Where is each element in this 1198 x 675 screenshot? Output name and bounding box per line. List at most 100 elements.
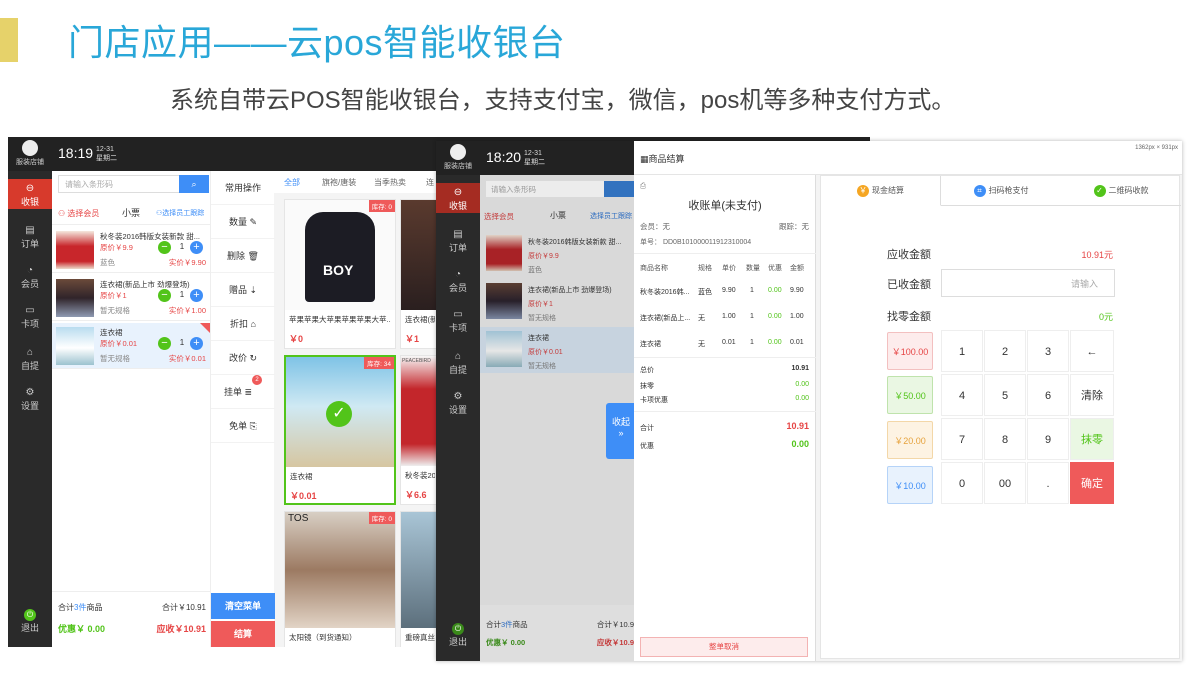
- decrease-button[interactable]: −: [158, 337, 171, 350]
- clear-menu-button[interactable]: 清空菜单: [211, 593, 275, 619]
- search-button[interactable]: [604, 181, 634, 197]
- nav-item-cashier[interactable]: ⊖ 收银: [8, 179, 52, 209]
- search-button[interactable]: ⌕: [179, 175, 209, 193]
- product-card[interactable]: PEACEBIRD 秋冬装201 ￥6.6: [400, 355, 440, 505]
- round-off-key[interactable]: 抹零: [1070, 418, 1114, 460]
- product-card[interactable]: TOS 库存: 0 太阳镜（到货通知）: [284, 511, 396, 647]
- key-0[interactable]: 0: [941, 462, 983, 504]
- nav-item-cashier[interactable]: ⊖ 收银: [436, 183, 480, 213]
- confirm-key[interactable]: 确定: [1070, 462, 1114, 504]
- key-3[interactable]: 3: [1027, 330, 1069, 372]
- exit-button[interactable]: ⏻ 退出: [8, 605, 52, 641]
- user-icon: ◔: [26, 265, 34, 276]
- print-icon[interactable]: ⎙: [640, 181, 646, 191]
- cancel-order-button[interactable]: 整单取消: [640, 637, 808, 657]
- increase-button[interactable]: +: [190, 241, 203, 254]
- gift-icon: ⇣: [249, 285, 258, 295]
- nav-item-members[interactable]: ◔ 会员: [8, 261, 52, 291]
- product-card[interactable]: BOY 库存: 0 苹果苹果大苹果苹果苹果大苹... ￥0: [284, 199, 396, 349]
- user-icon: ◔: [454, 269, 462, 280]
- increase-button[interactable]: +: [190, 337, 203, 350]
- change-label: 找零金额: [887, 311, 931, 323]
- op-hang-order[interactable]: 挂单 ≣2: [211, 375, 275, 409]
- nav-item-pickup[interactable]: ⌂ 自提: [436, 347, 480, 377]
- exit-button[interactable]: ⏻ 退出: [436, 619, 480, 655]
- cart-item[interactable]: 秋冬装2016韩版女装新款 甜... 原价￥9.9 − 1 + 蓝色 实价￥9.…: [52, 227, 210, 273]
- nav-item-cards[interactable]: ▭ 卡项: [8, 301, 52, 331]
- op-change-price[interactable]: 改价 ↻: [211, 341, 275, 375]
- op-free-order[interactable]: 免单 ⎘: [211, 409, 275, 443]
- cart-item[interactable]: 连衣裙(新品上市 劲爆登场) 原价￥1 − 1 + 暂无规格 实价￥1.00: [52, 275, 210, 321]
- tab-hot[interactable]: 当季热卖: [374, 177, 406, 188]
- key-5[interactable]: 5: [984, 374, 1026, 416]
- barcode-input[interactable]: 请输入条形码: [58, 175, 180, 193]
- key-7[interactable]: 7: [941, 418, 983, 460]
- select-member-link[interactable]: 选择会员: [484, 211, 514, 222]
- nav-item-orders[interactable]: ▤ 订单: [8, 221, 52, 251]
- select-staff-link[interactable]: 选择员工跟踪: [590, 211, 632, 221]
- increase-button[interactable]: +: [190, 289, 203, 302]
- received-input[interactable]: 请输入: [941, 269, 1115, 297]
- product-card[interactable]: 重磅真丝: [400, 511, 440, 647]
- checkout-header: ▦商品结算 1362px × 931px: [634, 141, 1182, 175]
- tab-dress[interactable]: 连: [426, 177, 434, 188]
- store-badge[interactable]: 服装店铺: [436, 141, 480, 175]
- ops-title: 常用操作: [211, 171, 275, 205]
- power-icon: ⏻: [452, 623, 464, 635]
- select-member-link[interactable]: ⚇ 选择会员: [58, 208, 99, 219]
- cart-header: ⚇ 选择会员 小票 ⚇选择员工跟踪: [52, 201, 210, 225]
- key-dot[interactable]: .: [1027, 462, 1069, 504]
- product-card[interactable]: 连衣裙(新 ￥1: [400, 199, 440, 349]
- backspace-key[interactable]: ←: [1070, 330, 1114, 372]
- size-note: 1362px × 931px: [1135, 145, 1178, 151]
- panel-title: ▦商品结算: [640, 154, 685, 164]
- tab-all[interactable]: 全部: [284, 177, 300, 188]
- clock: 18:20: [486, 149, 522, 165]
- store-badge[interactable]: 服装店铺: [8, 137, 52, 171]
- tab-cash[interactable]: ￥ 现金结算: [821, 176, 941, 206]
- key-8[interactable]: 8: [984, 418, 1026, 460]
- dimmed-cashier: 服装店铺 18:20 12-31 星期二 ⊖ 收银 ▤ 订单 ◔ 会员 ▭ 卡项 ⌂ 自提 …: [436, 141, 636, 661]
- barcode-input[interactable]: 请输入条形码: [486, 181, 604, 197]
- decrease-button[interactable]: −: [158, 241, 171, 254]
- nav-item-settings[interactable]: ⚙ 设置: [8, 383, 52, 413]
- key-6[interactable]: 6: [1027, 374, 1069, 416]
- key-4[interactable]: 4: [941, 374, 983, 416]
- quick-amount-10[interactable]: ￥10.00: [887, 466, 933, 504]
- nav-item-pickup[interactable]: ⌂ 自提: [8, 343, 52, 373]
- op-discount[interactable]: 折扣 ⌂: [211, 307, 275, 341]
- nav-item-cards[interactable]: ▭ 卡项: [436, 305, 480, 335]
- nav-item-settings[interactable]: ⚙ 设置: [436, 387, 480, 417]
- tab-scanner-pay[interactable]: ⌗ 扫码枪支付: [941, 176, 1061, 206]
- op-quantity[interactable]: 数量 ✎: [211, 205, 275, 239]
- product-image: [401, 512, 439, 628]
- key-2[interactable]: 2: [984, 330, 1026, 372]
- refresh-icon: ↻: [249, 353, 258, 363]
- op-gift[interactable]: 赠品 ⇣: [211, 273, 275, 307]
- product-image: ✓ 库存: 34: [286, 357, 394, 467]
- product-card[interactable]: ✓ 库存: 34 连衣裙 ￥0.01: [284, 355, 396, 505]
- key-1[interactable]: 1: [941, 330, 983, 372]
- nav-item-members[interactable]: ◔ 会员: [436, 265, 480, 295]
- nav-item-orders[interactable]: ▤ 订单: [436, 225, 480, 255]
- select-staff-link[interactable]: ⚇选择员工跟踪: [156, 208, 204, 218]
- product-thumbnail: [486, 283, 522, 319]
- trash-icon: 🗑: [247, 251, 259, 261]
- key-9[interactable]: 9: [1027, 418, 1069, 460]
- checkout-button[interactable]: 结算: [211, 621, 275, 647]
- collapse-button[interactable]: 收起»: [606, 403, 636, 459]
- tab-qipao[interactable]: 旗袍/唐装: [322, 177, 356, 188]
- cart-item[interactable]: 连衣裙 原价￥0.01 − 1 + 暂无规格 实价￥0.01: [52, 323, 210, 369]
- card-icon: ▭: [25, 305, 35, 316]
- ticket-label: 小票: [122, 208, 141, 218]
- free-icon: ⎘: [249, 421, 257, 431]
- decrease-button[interactable]: −: [158, 289, 171, 302]
- tab-qrcode-pay[interactable]: ✓ 二维码收款: [1061, 176, 1181, 206]
- quick-amount-20[interactable]: ￥20.00: [887, 421, 933, 459]
- op-delete[interactable]: 删除 🗑: [211, 239, 275, 273]
- key-00[interactable]: 00: [984, 462, 1026, 504]
- quick-amount-50[interactable]: ￥50.00: [887, 376, 933, 414]
- tshirt-shape: [305, 212, 375, 302]
- clear-key[interactable]: 清除: [1070, 374, 1114, 416]
- quick-amount-100[interactable]: ￥100.00: [887, 332, 933, 370]
